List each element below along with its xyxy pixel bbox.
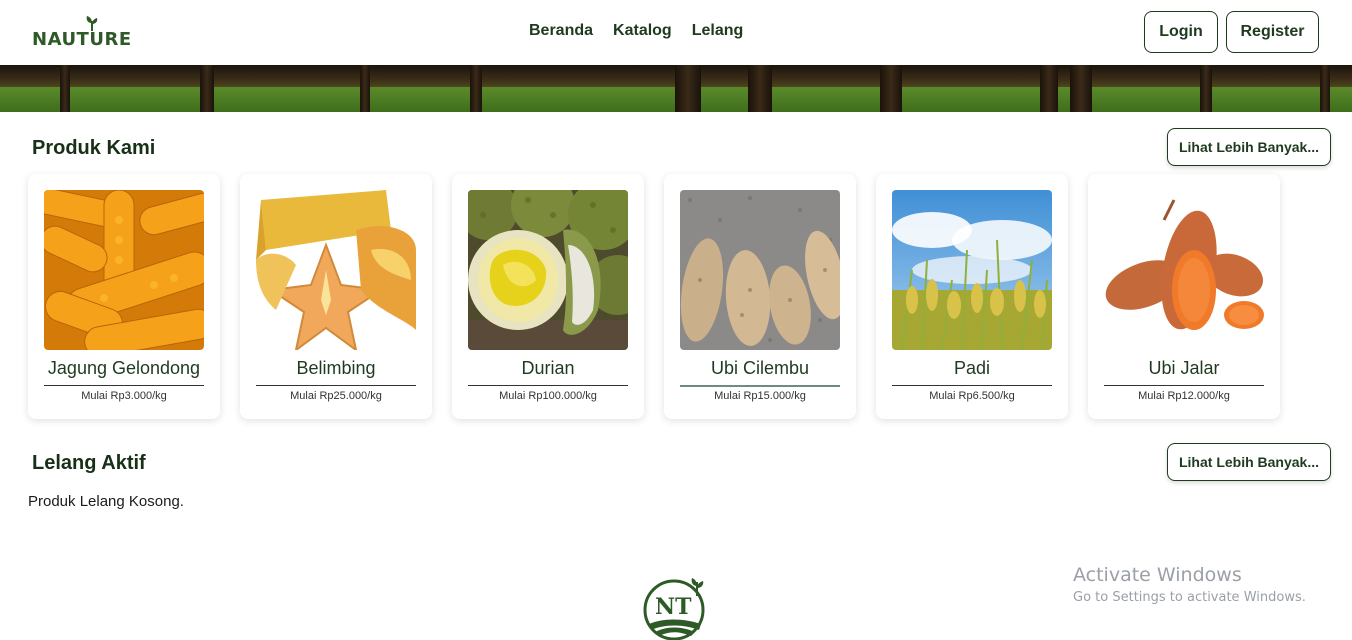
banner-tree: [880, 65, 902, 112]
divider: [44, 385, 204, 386]
product-card[interactable]: Padi Mulai Rp6.500/kg: [876, 174, 1068, 419]
navbar: NAUTURE Beranda Katalog Lelang Login Reg…: [0, 0, 1352, 65]
product-card[interactable]: Ubi Jalar Mulai Rp12.000/kg: [1088, 174, 1280, 419]
nav-link-katalog[interactable]: Katalog: [613, 22, 672, 40]
auction-section-title: Lelang Aktif: [32, 452, 146, 474]
divider: [256, 385, 416, 386]
product-name: Ubi Jalar: [1148, 358, 1220, 378]
product-name: Jagung Gelondong: [47, 358, 201, 378]
footer-logo-text: NT: [655, 594, 692, 620]
brand-name: NAUTURE: [32, 29, 132, 50]
product-name: Belimbing: [296, 358, 376, 378]
rice-plant-image: [892, 190, 1052, 350]
divider: [680, 385, 840, 387]
product-name: Ubi Cilembu: [710, 358, 810, 378]
watermark-title: Activate Windows: [1073, 564, 1242, 586]
product-card[interactable]: Jagung Gelondong Mulai Rp3.000/kg: [28, 174, 220, 419]
banner-tree: [748, 65, 772, 112]
divider: [1104, 385, 1264, 386]
product-price: Mulai Rp6.500/kg: [929, 390, 1015, 402]
banner-tree: [470, 65, 482, 112]
sweet-potato-image: [1104, 190, 1264, 350]
nav-link-lelang[interactable]: Lelang: [692, 22, 744, 40]
banner-tree: [360, 65, 370, 112]
banner-tree: [1070, 65, 1092, 112]
product-name: Durian: [521, 358, 575, 378]
divider: [468, 385, 628, 386]
product-price: Mulai Rp25.000/kg: [290, 390, 382, 402]
brand-logo[interactable]: NAUTURE: [32, 15, 131, 51]
starfruit-image: [256, 190, 416, 350]
auction-empty-message: Produk Lelang Kosong.: [28, 493, 184, 510]
product-card[interactable]: Durian Mulai Rp100.000/kg: [452, 174, 644, 419]
banner-tree: [60, 65, 70, 112]
product-card[interactable]: Ubi Cilembu Mulai Rp15.000/kg: [664, 174, 856, 419]
hero-banner-image: [0, 65, 1352, 112]
banner-tree: [200, 65, 214, 112]
cilembu-sweet-potato-image: [680, 190, 840, 350]
product-price: Mulai Rp15.000/kg: [714, 390, 806, 402]
corn-image: [44, 190, 204, 350]
main-nav: Beranda Katalog Lelang: [529, 22, 743, 40]
product-price: Mulai Rp3.000/kg: [81, 390, 167, 402]
product-price: Mulai Rp100.000/kg: [499, 390, 597, 402]
watermark-subtitle: Go to Settings to activate Windows.: [1073, 590, 1306, 605]
footer-logo: NT: [643, 576, 711, 640]
register-button[interactable]: Register: [1226, 11, 1319, 53]
product-card[interactable]: Belimbing Mulai Rp25.000/kg: [240, 174, 432, 419]
windows-activation-watermark: Activate Windows Go to Settings to activ…: [1073, 564, 1306, 605]
banner-tree: [1320, 65, 1330, 112]
divider: [892, 385, 1052, 386]
login-button[interactable]: Login: [1144, 11, 1218, 53]
product-price: Mulai Rp12.000/kg: [1138, 390, 1230, 402]
banner-tree: [1040, 65, 1058, 112]
nav-link-beranda[interactable]: Beranda: [529, 22, 593, 40]
product-name: Padi: [953, 358, 991, 378]
banner-tree: [1200, 65, 1212, 112]
products-section-title: Produk Kami: [32, 137, 156, 159]
products-see-more-button[interactable]: Lihat Lebih Banyak...: [1167, 128, 1331, 166]
banner-tree: [675, 65, 701, 112]
durian-image: [468, 190, 628, 350]
auction-see-more-button[interactable]: Lihat Lebih Banyak...: [1167, 443, 1331, 481]
